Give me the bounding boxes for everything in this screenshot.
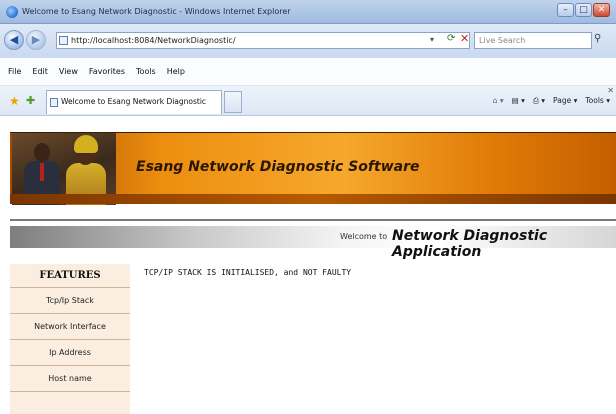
stop-icon[interactable]: ✕ bbox=[460, 32, 469, 45]
tab-title: Welcome to Esang Network Diagnostic bbox=[61, 97, 207, 106]
menu-file[interactable]: File bbox=[8, 67, 21, 76]
maximize-icon[interactable]: □ bbox=[575, 3, 592, 17]
close-icon[interactable]: ✕ bbox=[593, 3, 610, 17]
search-icon[interactable]: ⚲ bbox=[594, 33, 601, 44]
sidebar-item-ip-address[interactable]: Ip Address bbox=[10, 340, 130, 366]
features-heading: FEATURES bbox=[10, 264, 130, 288]
status-message: TCP/IP STACK IS INITIALISED, and NOT FAU… bbox=[144, 268, 352, 277]
page-menu[interactable]: Page ▾ bbox=[553, 96, 577, 106]
tools-menu[interactable]: Tools ▾ bbox=[585, 96, 610, 106]
add-favorite-icon[interactable]: ✚ bbox=[26, 94, 35, 107]
menu-tools[interactable]: Tools bbox=[136, 67, 156, 76]
welcome-bar: Welcome to Network Diagnostic Applicatio… bbox=[10, 226, 616, 260]
welcome-lead: Welcome to bbox=[340, 232, 388, 241]
search-input[interactable]: Live Search bbox=[474, 32, 592, 49]
command-bar: ⌂ ▾ ▤ ▾ ⎙ ▾ Page ▾ Tools ▾ bbox=[493, 96, 610, 106]
menu-favorites[interactable]: Favorites bbox=[89, 67, 125, 76]
menu-help[interactable]: Help bbox=[167, 67, 185, 76]
menu-bar: File Edit View Favorites Tools Help bbox=[0, 58, 616, 86]
home-icon[interactable]: ⌂ ▾ bbox=[493, 96, 504, 106]
sidebar-item-tcp-ip-stack[interactable]: Tcp/Ip Stack bbox=[10, 288, 130, 314]
sidebar-item-network-interface[interactable]: Network Interface bbox=[10, 314, 130, 340]
features-sidebar: FEATURES Tcp/Ip Stack Network Interface … bbox=[10, 264, 130, 414]
address-toolbar: ◀ ▶ http://localhost:8084/NetworkDiagnos… bbox=[0, 24, 616, 58]
address-url: http://localhost:8084/NetworkDiagnostic/ bbox=[71, 36, 236, 45]
menu-view[interactable]: View bbox=[59, 67, 78, 76]
menu-edit[interactable]: Edit bbox=[32, 67, 48, 76]
favorites-bar: ★ ✚ Welcome to Esang Network Diagnostic … bbox=[0, 86, 616, 116]
print-icon[interactable]: ⎙ ▾ bbox=[533, 96, 545, 106]
address-input[interactable]: http://localhost:8084/NetworkDiagnostic/ bbox=[56, 32, 470, 49]
feeds-icon[interactable]: ▤ ▾ bbox=[512, 96, 525, 106]
page-icon bbox=[59, 36, 68, 45]
sidebar-item-host-name[interactable]: Host name bbox=[10, 366, 130, 392]
app-name: Network Diagnostic Application bbox=[392, 228, 548, 260]
header-banner: Esang Network Diagnostic Software bbox=[10, 132, 616, 205]
page-content: Esang Network Diagnostic Software Welcom… bbox=[0, 116, 616, 414]
back-button[interactable]: ◀ bbox=[4, 30, 24, 50]
banner-stripe bbox=[10, 194, 616, 204]
minimize-icon[interactable]: – bbox=[557, 3, 574, 17]
window-titlebar: Welcome to Esang Network Diagnostic - Wi… bbox=[0, 0, 616, 24]
tab-close-icon[interactable]: ✕ bbox=[607, 86, 614, 95]
forward-button[interactable]: ▶ bbox=[26, 30, 46, 50]
address-dropdown-icon[interactable]: ▾ bbox=[430, 35, 434, 44]
ie-logo-icon bbox=[6, 6, 18, 18]
tab-page-icon bbox=[50, 98, 58, 107]
window-title: Welcome to Esang Network Diagnostic - Wi… bbox=[22, 7, 291, 16]
favorites-star-icon[interactable]: ★ bbox=[9, 94, 20, 108]
browser-tab[interactable]: Welcome to Esang Network Diagnostic bbox=[46, 90, 222, 114]
banner-title: Esang Network Diagnostic Software bbox=[136, 159, 420, 175]
refresh-icon[interactable]: ⟳ bbox=[447, 33, 455, 44]
new-tab-button[interactable] bbox=[224, 91, 242, 113]
divider bbox=[10, 219, 616, 221]
window-controls: – □ ✕ bbox=[557, 3, 610, 17]
